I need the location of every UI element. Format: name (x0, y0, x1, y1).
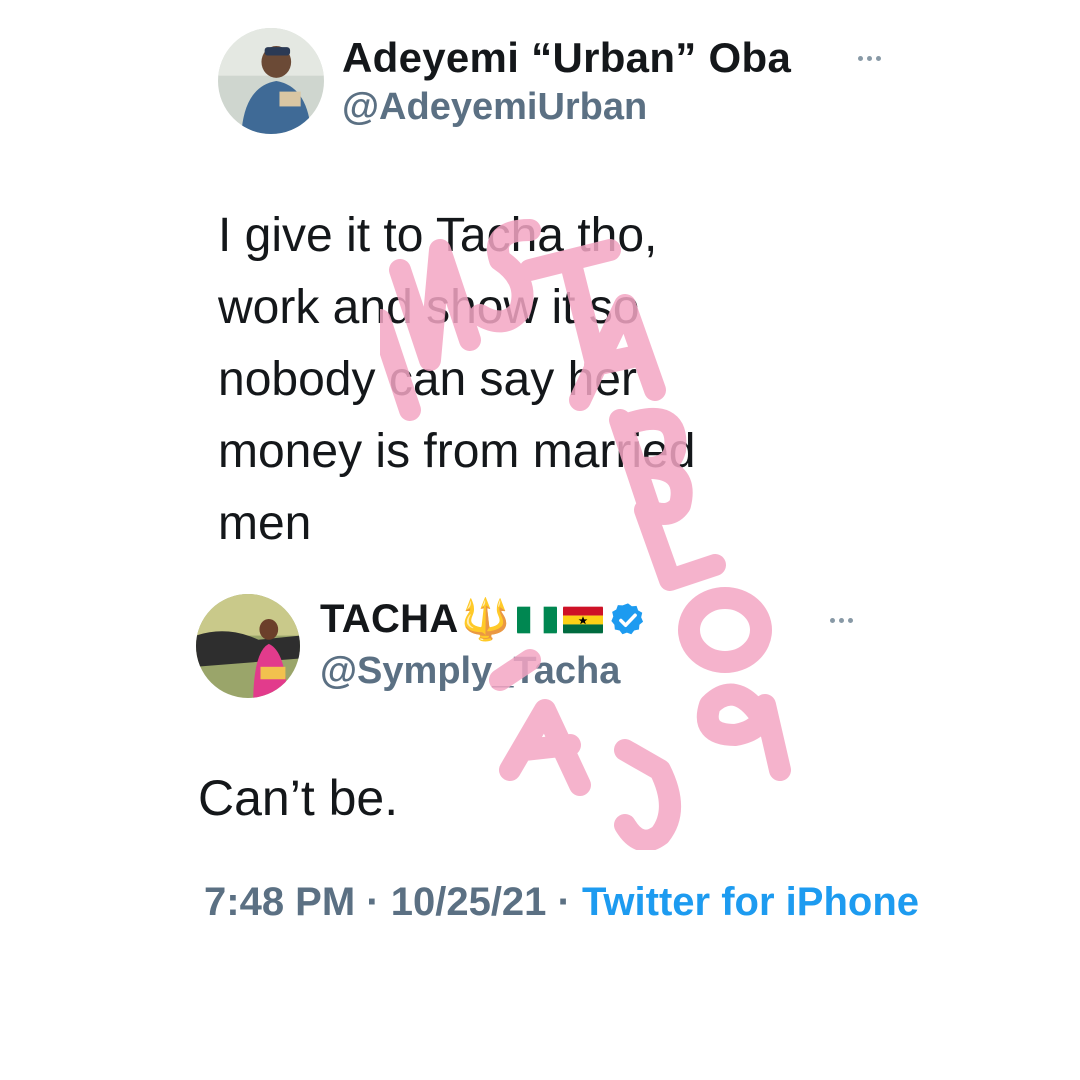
author-display-name[interactable]: Adeyemi “Urban” Oba (342, 34, 791, 82)
tweet-source-link[interactable]: Twitter for iPhone (582, 880, 919, 924)
more-options-icon[interactable] (830, 618, 853, 623)
ghana-flag-icon (562, 605, 603, 635)
reply-handle[interactable]: @Symply_Tacha (320, 650, 620, 693)
verified-badge-icon (609, 601, 647, 639)
meta-separator: · (355, 880, 391, 924)
profile-photo-icon (196, 594, 300, 698)
adeyemi-avatar[interactable] (218, 28, 324, 134)
more-options-icon[interactable] (858, 56, 881, 61)
author-handle[interactable]: @AdeyemiUrban (342, 86, 647, 129)
tweet-screenshot: Adeyemi “Urban” Oba @AdeyemiUrban I give… (0, 0, 1080, 1080)
reply-display-name[interactable]: TACHA 🔱 (320, 596, 647, 643)
trident-icon: 🔱 (460, 598, 511, 642)
tweet-meta: 7:48 PM · 10/25/21 · Twitter for iPhone (204, 872, 924, 932)
tweet-text: I give it to Tacha tho, work and show it… (218, 209, 696, 550)
tweet-date[interactable]: 10/25/21 (391, 880, 547, 924)
tacha-avatar[interactable] (196, 594, 300, 698)
profile-photo-icon (218, 28, 324, 134)
nigeria-flag-icon (516, 605, 557, 635)
tweet-time[interactable]: 7:48 PM (204, 880, 355, 924)
reply-text: Can’t be. (198, 770, 399, 826)
meta-separator: · (546, 880, 582, 924)
reply-display-name-text: TACHA (320, 597, 459, 641)
